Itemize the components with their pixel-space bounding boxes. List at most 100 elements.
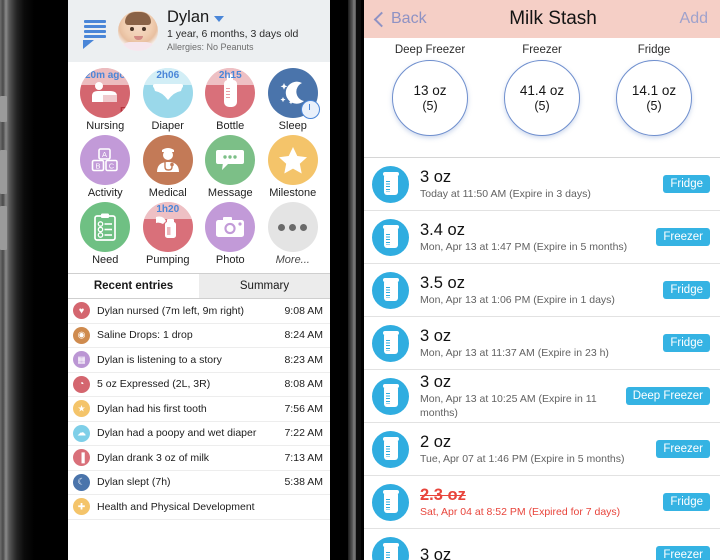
stash-amount: 2.3 oz [420, 486, 466, 504]
stash-summary-freezer[interactable]: Freezer 41.4 oz (5) [486, 44, 598, 157]
abc-blocks-icon[interactable]: ABC [80, 135, 131, 185]
quick-action-photo[interactable]: Photo [199, 202, 262, 269]
quick-action-pumping[interactable]: 1h20 Pumping [137, 202, 200, 269]
stash-summary-fridge[interactable]: Fridge 14.1 oz (5) [598, 44, 710, 157]
recent-entries-list: ♥ Dylan nursed (7m left, 9m right) 9:08 AM… [68, 299, 330, 520]
stash-location-tag[interactable]: Freezer [656, 440, 710, 458]
quick-action-timer: 2h06 [156, 70, 180, 81]
stash-summary-deep-freezer[interactable]: Deep Freezer 13 oz (5) [374, 44, 486, 157]
nursing-icon: ♥ [73, 302, 90, 320]
milk-bottle-icon [372, 377, 409, 415]
quick-action-activity[interactable]: A B C Activity [74, 135, 137, 202]
chevron-left-icon [373, 11, 390, 27]
profile-header: Dylan 1 year, 6 months, 3 days old Aller… [68, 0, 330, 62]
entry-time: 7:13 AM [284, 451, 323, 464]
add-button[interactable]: Add [680, 10, 708, 28]
screenshot-stage: Dylan 1 year, 6 months, 3 days old Aller… [0, 0, 720, 560]
recent-entry-row[interactable]: ☾ Dylan slept (7h) 5:38 AM [68, 471, 330, 495]
quick-action-medical[interactable]: Medical [137, 135, 200, 202]
navigation-bar: Back Milk Stash Add [364, 0, 720, 38]
stash-amount: 3.5 oz [420, 274, 465, 292]
quick-action-nursing[interactable]: 20m ago R Nursing [74, 68, 137, 135]
stash-location-tag[interactable]: Fridge [663, 175, 710, 193]
summary-circle[interactable]: 13 oz (5) [392, 60, 468, 136]
stash-location-tag[interactable]: Deep Freezer [625, 387, 710, 405]
breast-pump-icon[interactable]: 1h20 [142, 202, 193, 252]
recent-entry-row[interactable]: ♥ Dylan nursed (7m left, 9m right) 9:08 AM [68, 299, 330, 324]
diaper-icon[interactable]: 2h06 [142, 68, 193, 118]
hamburger-menu-icon[interactable] [78, 14, 112, 49]
quick-action-bottle[interactable]: 2h15 Bottle [199, 68, 262, 135]
stash-amount: 3 oz [420, 168, 452, 186]
recent-entry-row[interactable]: ▦ Dylan is listening to a story 8:23 AM [68, 348, 330, 373]
phone-volume-up-button[interactable] [0, 150, 7, 194]
left-phone-bezel [0, 0, 68, 560]
stash-location-tag[interactable]: Fridge [663, 281, 710, 299]
quick-action-milestone[interactable]: Milestone [262, 135, 325, 202]
recent-entry-row[interactable]: ◔ 5 oz Expressed (2L, 3R) 8:08 AM [68, 373, 330, 397]
recent-entry-row[interactable]: ▐ Dylan drank 3 oz of milk 7:13 AM [68, 446, 330, 471]
stash-location-tag[interactable]: Fridge [663, 493, 710, 511]
milk-stash-list: 3 oz Today at 11:50 AM (Expire in 3 days)… [364, 158, 720, 560]
nursing-icon[interactable]: 20m ago R [80, 68, 131, 118]
quick-action-more[interactable]: More... [262, 202, 325, 269]
milk-bottle-icon [372, 483, 409, 521]
baby-name-selector[interactable]: Dylan [167, 9, 298, 26]
baby-allergies: Allergies: No Peanuts [167, 42, 254, 52]
quick-action-label: Nursing [86, 120, 125, 132]
recent-entry-row[interactable]: ✚ Health and Physical Development [68, 495, 330, 520]
entry-description: Health and Physical Development [97, 500, 255, 513]
milk-stash-row[interactable]: 3 oz Freezer [364, 529, 720, 560]
summary-circle[interactable]: 41.4 oz (5) [504, 60, 580, 136]
summary-count: (5) [422, 98, 438, 113]
star-icon[interactable] [267, 135, 318, 185]
bottle-icon[interactable]: 2h15 [205, 68, 256, 118]
milk-stash-row[interactable]: 3.4 oz Mon, Apr 13 at 1:47 PM (Expire in … [364, 211, 720, 264]
doctor-icon[interactable] [142, 135, 193, 185]
svg-text:A: A [102, 150, 107, 159]
stash-location-tag[interactable]: Freezer [656, 546, 710, 560]
milk-stash-row[interactable]: 3 oz Today at 11:50 AM (Expire in 3 days)… [364, 158, 720, 211]
milk-stash-row[interactable]: 2 oz Tue, Apr 07 at 1:46 PM (Expire in 5 … [364, 423, 720, 476]
recent-entry-row[interactable]: ☁ Dylan had a poopy and wet diaper 7:22 AM [68, 422, 330, 446]
milk-bottle-icon [372, 271, 409, 309]
quick-action-need[interactable]: Need [74, 202, 137, 269]
stash-date: Mon, Apr 13 at 1:47 PM (Expire in 5 mont… [420, 241, 628, 253]
tab-recent-entries[interactable]: Recent entries [68, 274, 199, 298]
medicine-icon: ◉ [73, 326, 90, 344]
milk-stash-row[interactable]: 3.5 oz Mon, Apr 13 at 1:06 PM (Expire in … [364, 264, 720, 317]
milk-bottle-icon [372, 218, 409, 256]
milk-stash-row[interactable]: 2.3 oz Sat, Apr 04 at 8:52 PM (Expired fo… [364, 476, 720, 529]
baby-avatar[interactable] [118, 11, 158, 51]
quick-action-diaper[interactable]: 2h06 Diaper [137, 68, 200, 135]
stash-date: Mon, Apr 13 at 11:37 AM (Expire in 23 h) [420, 347, 609, 359]
recent-entry-row[interactable]: ◉ Saline Drops: 1 drop 8:24 AM [68, 324, 330, 348]
checklist-icon[interactable] [80, 202, 131, 252]
breast-pump-icon: ◔ [73, 375, 90, 393]
timer-badge-icon[interactable] [300, 100, 320, 119]
phone-mute-switch[interactable] [0, 96, 7, 122]
chevron-down-icon[interactable] [214, 15, 225, 22]
milk-stash-row[interactable]: 3 oz Mon, Apr 13 at 10:25 AM (Expire in 1… [364, 370, 720, 423]
summary-circle[interactable]: 14.1 oz (5) [616, 60, 692, 136]
quick-action-message[interactable]: Message [199, 135, 262, 202]
camera-icon[interactable] [205, 202, 256, 252]
speech-bubble-icon[interactable] [205, 135, 256, 185]
ellipsis-icon[interactable] [267, 202, 318, 252]
quick-action-label: Photo [215, 254, 245, 266]
stash-location-tag[interactable]: Fridge [663, 334, 710, 352]
quick-action-sleep[interactable]: Sleep [262, 68, 325, 135]
tab-summary[interactable]: Summary [199, 274, 330, 298]
back-button[interactable]: Back [373, 10, 427, 28]
quick-action-label: More... [275, 254, 310, 266]
quick-action-timer: 2h15 [218, 70, 242, 81]
quick-action-label: Message [207, 187, 253, 199]
phone-volume-down-button[interactable] [0, 206, 7, 250]
recent-entry-row[interactable]: ★ Dylan had his first tooth 7:56 AM [68, 397, 330, 422]
milk-stash-row[interactable]: 3 oz Mon, Apr 13 at 11:37 AM (Expire in 2… [364, 317, 720, 370]
stash-location-tag[interactable]: Freezer [656, 228, 710, 246]
milk-stash-screen: Back Milk Stash Add Deep Freezer 13 oz (5)… [364, 0, 720, 560]
quick-action-timer: 1h20 [156, 204, 180, 215]
milk-bottle-icon [372, 165, 409, 203]
page-title: Milk Stash [509, 8, 597, 29]
